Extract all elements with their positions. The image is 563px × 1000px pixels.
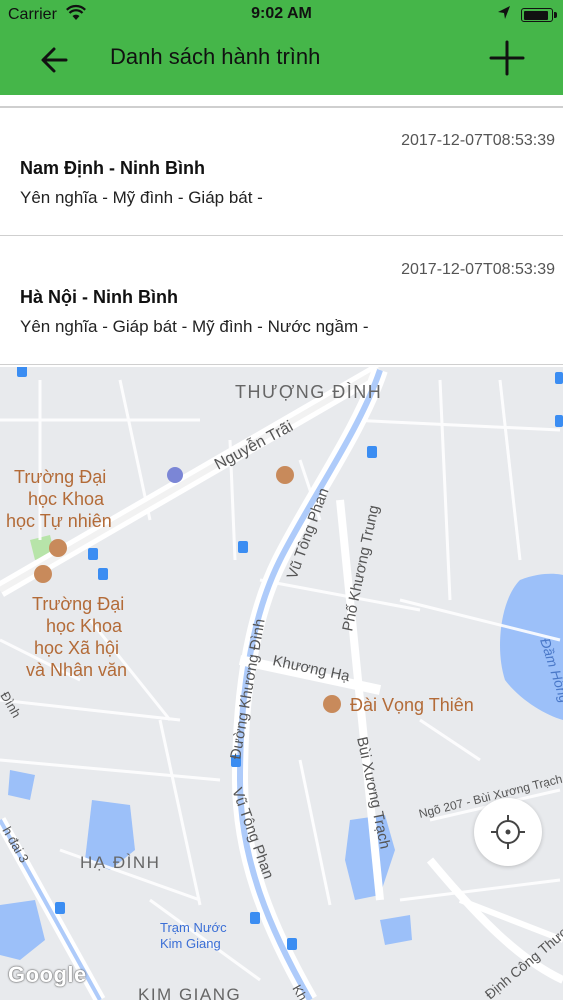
trip-stops: Yên nghĩa - Giáp bát - Mỹ đình - Nước ng…	[20, 317, 369, 336]
google-logo: Google	[8, 962, 87, 987]
arrow-left-icon[interactable]	[36, 40, 76, 80]
map-label: Đài Vọng Thiên	[350, 695, 474, 715]
map-label: học Khoa	[46, 616, 123, 636]
poi-marker	[167, 467, 183, 483]
map-label: KIM GIANG	[138, 985, 241, 1000]
lake-5	[8, 770, 35, 800]
status-time: 9:02 AM	[251, 5, 312, 22]
location-arrow-icon	[498, 6, 510, 19]
map-label: Đình	[0, 689, 24, 720]
map-label: Kim Giang	[160, 936, 221, 951]
trip-stops: Yên nghĩa - Mỹ đình - Giáp bát -	[20, 188, 263, 207]
my-location-button[interactable]	[474, 798, 542, 866]
trip-item[interactable]: 2017-12-07T08:53:39 Hà Nội - Ninh Bình Y…	[0, 237, 563, 365]
lake-4	[380, 915, 412, 945]
dinh-cong-road	[426, 857, 563, 984]
trip-time: 2017-12-07T08:53:39	[401, 132, 555, 149]
status-bar: Carrier 9:02 AM	[0, 0, 563, 30]
map-label: và Nhân văn	[26, 660, 127, 680]
poi-marker	[276, 466, 294, 484]
trip-route: Hà Nội - Ninh Bình	[20, 287, 178, 307]
map-label: học Tự nhiên	[6, 511, 112, 531]
map-label: THƯỢNG ĐÌNH	[235, 382, 382, 402]
map-label: Trường Đại	[14, 467, 106, 487]
map-label: HẠ ĐÌNH	[80, 853, 160, 872]
map-label: Trạm Nước	[160, 920, 227, 935]
nav-bar: Danh sách hành trình	[0, 30, 563, 95]
page-title: Danh sách hành trình	[110, 44, 321, 69]
map-label: học Xã hội	[34, 638, 119, 658]
poi-marker	[323, 695, 341, 713]
trip-list: 2017-12-07T08:53:39 Nam Định - Ninh Bình…	[0, 95, 563, 367]
map-label: Nguyễn Trãi	[211, 416, 296, 473]
trip-time: 2017-12-07T08:53:39	[401, 261, 555, 278]
map-label: học Khoa	[28, 489, 105, 509]
trip-item[interactable]: 2017-12-07T08:53:39 Nam Định - Ninh Bình…	[0, 108, 563, 236]
poi-marker	[49, 539, 67, 557]
plus-icon[interactable]	[487, 38, 527, 78]
crosshair-icon	[491, 815, 525, 849]
poi-marker	[34, 565, 52, 583]
trip-route: Nam Định - Ninh Bình	[20, 158, 205, 178]
map-label: h đai 3	[0, 824, 32, 865]
lake-3	[0, 900, 45, 960]
battery-icon	[521, 8, 557, 22]
map-label: Trường Đại	[32, 594, 124, 614]
